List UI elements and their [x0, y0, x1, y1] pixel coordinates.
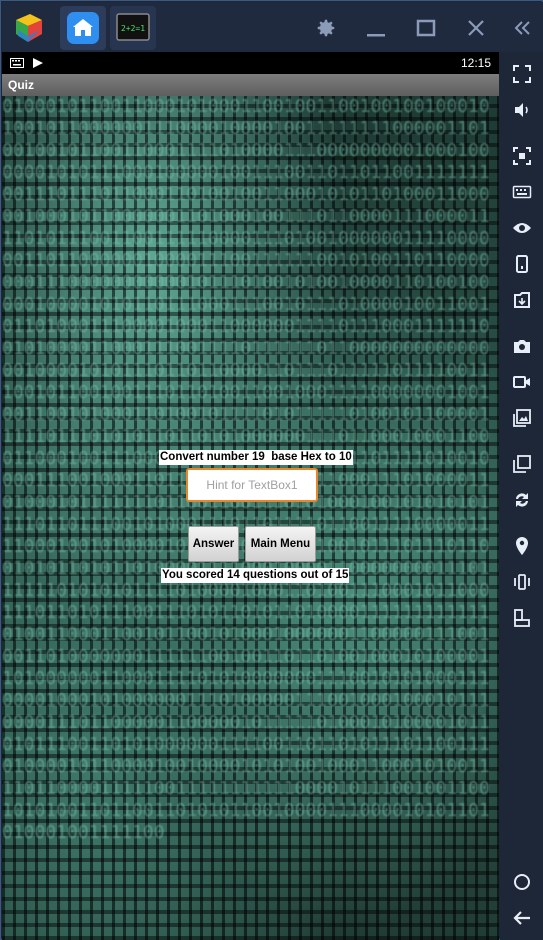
- app-title: Quiz: [8, 78, 34, 92]
- app-title-bar: Quiz: [2, 74, 499, 96]
- back-icon[interactable]: [508, 904, 536, 932]
- home-icon: [67, 12, 99, 44]
- collapse-icon[interactable]: [507, 12, 539, 44]
- bluestacks-logo-icon[interactable]: [6, 6, 52, 50]
- android-screen: 12:15 Quiz 01000101100110001010001100100…: [2, 52, 499, 940]
- home-tab[interactable]: [60, 6, 106, 50]
- eye-icon[interactable]: [508, 214, 536, 242]
- status-bar: 12:15: [2, 52, 499, 74]
- main-menu-button[interactable]: Main Menu: [245, 526, 316, 562]
- play-store-notification-icon: [33, 58, 43, 68]
- keyboard-icon[interactable]: [508, 178, 536, 206]
- fullscreen-icon[interactable]: [508, 60, 536, 88]
- math-game-tab[interactable]: 2+2=1: [110, 6, 156, 50]
- emulator-window: 2+2=1 12:15 Quiz 01000101100110001010001…: [0, 0, 543, 940]
- camera-icon[interactable]: [508, 332, 536, 360]
- shake-icon[interactable]: [508, 568, 536, 596]
- rotate-icon[interactable]: [508, 486, 536, 514]
- maximize-icon[interactable]: [410, 12, 442, 44]
- gear-icon[interactable]: [310, 12, 342, 44]
- screen-lock-icon[interactable]: [508, 142, 536, 170]
- apk-install-icon[interactable]: [508, 286, 536, 314]
- answer-input[interactable]: [186, 468, 318, 502]
- phone-icon[interactable]: [508, 250, 536, 278]
- score-label: You scored 14 questions out of 15: [161, 568, 350, 583]
- question-label: Convert number 19 base Hex to 10: [159, 450, 353, 465]
- multi-instance-icon[interactable]: [508, 450, 536, 478]
- emulator-title-bar: 2+2=1: [2, 2, 543, 52]
- location-icon[interactable]: [508, 532, 536, 560]
- math-game-app-icon: 2+2=1: [116, 13, 150, 41]
- media-icon[interactable]: [508, 404, 536, 432]
- home-circle-icon[interactable]: [508, 868, 536, 896]
- volume-icon[interactable]: [508, 96, 536, 124]
- video-record-icon[interactable]: [508, 368, 536, 396]
- math-game-label: 2+2=1: [121, 24, 145, 33]
- background-binary-pattern: 0100010110011000101000110010011001001001…: [2, 96, 490, 843]
- binary-matrix-background: 0100010110011000101000110010011001001001…: [2, 96, 499, 940]
- status-time: 12:15: [460, 56, 491, 70]
- resize-icon[interactable]: [508, 604, 536, 632]
- emulator-sidebar: [500, 52, 543, 940]
- minimize-icon[interactable]: [360, 12, 392, 44]
- close-icon[interactable]: [460, 12, 492, 44]
- keyboard-notification-icon: [10, 58, 24, 68]
- answer-button[interactable]: Answer: [188, 526, 239, 562]
